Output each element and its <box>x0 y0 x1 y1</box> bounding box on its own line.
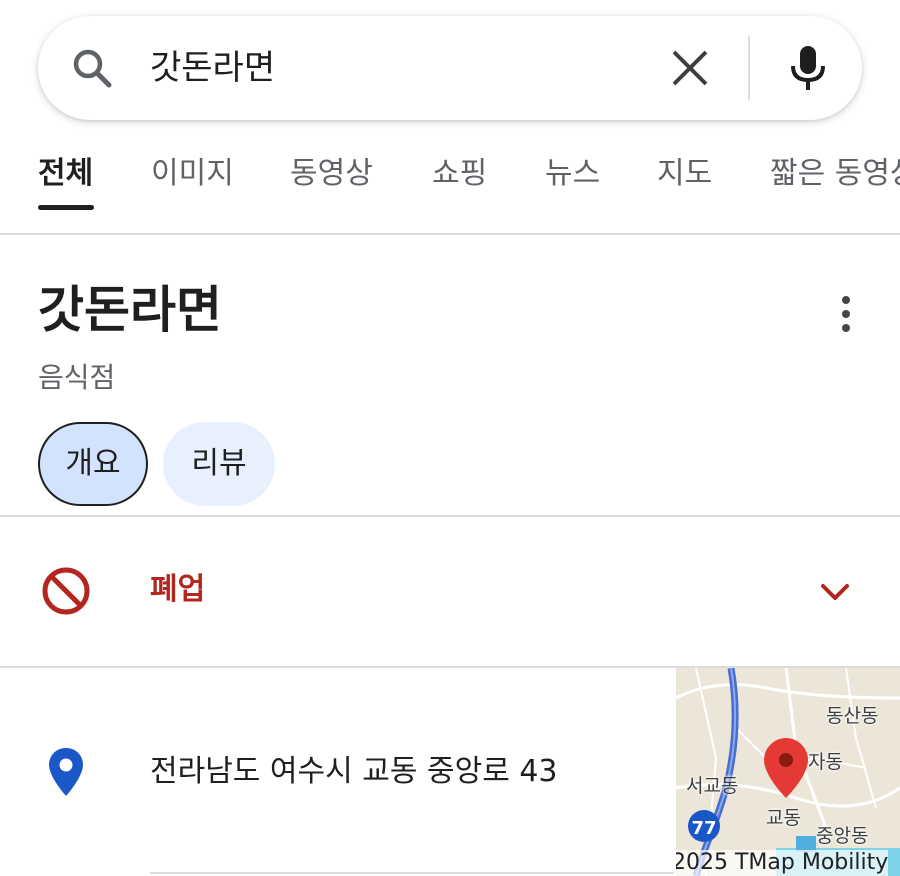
prohibited-icon <box>42 567 90 615</box>
search-tabs: 전체 이미지 동영상 쇼핑 뉴스 지도 짧은 동영상 <box>0 150 900 212</box>
place-category: 음식점 <box>38 361 116 394</box>
chip-overview[interactable]: 개요 <box>38 422 148 506</box>
map-label-dongsan: 동산동 <box>826 705 879 727</box>
map-attribution: 2025 TMap Mobility <box>676 850 889 876</box>
search-icon[interactable] <box>68 44 116 92</box>
section-divider <box>0 515 900 517</box>
tab-short-videos[interactable]: 짧은 동영상 <box>770 150 900 198</box>
search-input[interactable]: 갓돈라면 <box>150 44 275 92</box>
search-bar[interactable]: 갓돈라면 <box>38 16 862 120</box>
map-label-jungang: 중앙동 <box>816 825 869 847</box>
more-options-icon[interactable] <box>830 290 862 338</box>
chip-reviews[interactable]: 리뷰 <box>163 422 275 506</box>
active-tab-indicator <box>38 205 94 210</box>
tab-shopping[interactable]: 쇼핑 <box>432 150 487 198</box>
map-label-gyodong: 교동 <box>766 807 801 829</box>
map-label-seogyo: 서교동 <box>686 775 739 797</box>
business-status: 폐업 <box>150 572 206 607</box>
tab-maps[interactable]: 지도 <box>657 150 712 198</box>
location-pin-icon <box>49 748 83 796</box>
map-label-jadong: 자동 <box>808 751 843 773</box>
microphone-icon[interactable] <box>782 42 834 94</box>
map-thumbnail[interactable]: 77 동산동 자동 서교동 교동 중앙동 2025 TMap Mobility <box>676 668 900 876</box>
tab-all[interactable]: 전체 <box>38 150 93 198</box>
tab-videos[interactable]: 동영상 <box>290 150 373 198</box>
chevron-down-icon[interactable] <box>815 572 855 612</box>
tabs-divider <box>0 233 900 235</box>
close-icon[interactable] <box>668 46 712 90</box>
route-badge: 77 <box>691 818 716 839</box>
tab-news[interactable]: 뉴스 <box>545 150 600 198</box>
place-address[interactable]: 전라남도 여수시 교동 중앙로 43 <box>150 750 558 794</box>
tab-images[interactable]: 이미지 <box>151 150 234 198</box>
search-divider <box>748 36 750 100</box>
address-divider <box>150 872 674 874</box>
place-title: 갓돈라면 <box>38 281 222 339</box>
